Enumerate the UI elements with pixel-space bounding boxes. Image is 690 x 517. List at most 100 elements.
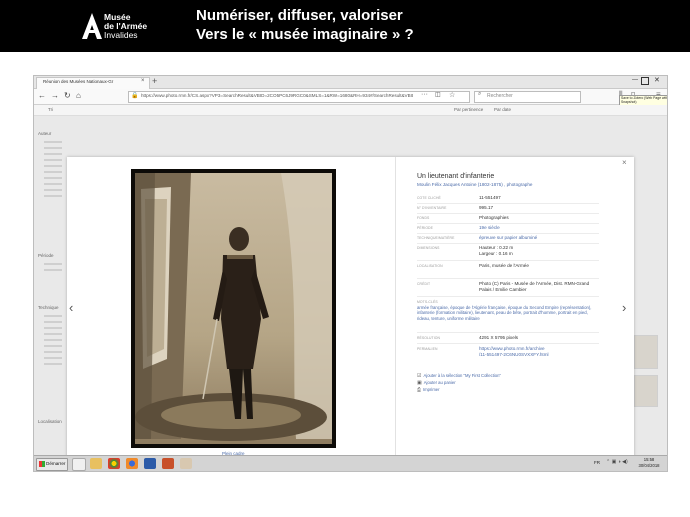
- field-label: FONDS: [417, 216, 430, 220]
- cart-icon: ▣: [417, 380, 422, 386]
- permalink[interactable]: /11-551497-2C6NU0SVXXFY.html: [479, 352, 549, 358]
- checkbox-icon: ☑: [417, 373, 422, 379]
- filter-bar: Tri Par pertinence Par date: [34, 105, 667, 116]
- tab-close-icon[interactable]: ×: [141, 78, 145, 84]
- artwork-author[interactable]: Moulin Félix Jacques Antoine (1802-1875)…: [417, 182, 532, 187]
- info-panel: Un lieutenant d'infanterie Moulin Félix …: [417, 171, 602, 411]
- url-text[interactable]: https://www.photo.rmn.fr/CS.aspx?VP3=Sea…: [141, 93, 413, 98]
- field-resolution: RÉSOLUTION 4291 X 5795 pixels: [417, 335, 599, 344]
- field-label: N° D'INVENTAIRE: [417, 206, 447, 210]
- start-label: Démarrer: [46, 461, 66, 466]
- modal-divider: [395, 157, 396, 460]
- slide-title-line-1: Numériser, diffuser, valoriser: [196, 7, 403, 24]
- clock-date: 30/04/2018: [638, 462, 660, 468]
- desktop-app-icon[interactable]: [72, 458, 86, 471]
- minimize-icon[interactable]: —: [632, 77, 638, 83]
- new-tab-button[interactable]: +: [152, 76, 157, 87]
- next-arrow-icon[interactable]: ›: [622, 300, 626, 315]
- previous-arrow-icon[interactable]: ‹: [69, 300, 73, 315]
- field-value: 11-551497: [479, 195, 501, 200]
- add-to-cart-link[interactable]: ▣ Ajouter au panier: [417, 380, 456, 386]
- close-icon[interactable]: ×: [622, 158, 627, 167]
- field-label: PÉRIODE: [417, 226, 433, 230]
- system-tray-icons[interactable]: ⌃ ▣ ◑ ◀): [606, 459, 628, 465]
- folder-app-icon[interactable]: [90, 458, 102, 469]
- field-dimensions: DIMENSIONS Hauteur : 0.22 m Largeur : 0.…: [417, 245, 599, 261]
- result-thumbnail[interactable]: [634, 335, 658, 369]
- field-localisation: LOCALISATION Paris, musée de l'Armée: [417, 263, 599, 279]
- background-page: Tri Par pertinence Par date Auteur Pério…: [34, 105, 667, 460]
- field-value: Largeur : 0.16 m: [479, 251, 513, 256]
- image-viewer-app-icon[interactable]: [180, 458, 192, 469]
- action-label: Imprimer: [423, 387, 440, 392]
- image-detail-modal: × ‹ › Plein cadre Un lieutenant d'infant…: [67, 157, 634, 460]
- powerpoint-app-icon[interactable]: [162, 458, 174, 469]
- field-link[interactable]: 19e siècle: [479, 225, 500, 231]
- field-label: CRÉDIT: [417, 282, 431, 286]
- window-close-icon[interactable]: ✕: [654, 76, 660, 84]
- field-value: 4291 X 5795 pixels: [479, 335, 519, 340]
- url-bar[interactable]: 🔒 https://www.photo.rmn.fr/CS.aspx?VP3=S…: [128, 91, 470, 103]
- field-fonds: FONDS Photographies: [417, 215, 599, 224]
- browser-screenshot: Réunion des Musées Nationaux-Gr × + — ✕ …: [33, 75, 668, 472]
- field-inventaire: N° D'INVENTAIRE 995.17: [417, 205, 599, 214]
- tab-bar: Réunion des Musées Nationaux-Gr × + — ✕: [34, 76, 667, 89]
- field-label: RÉSOLUTION: [417, 336, 441, 340]
- field-value: Paris, musée de l'Armée: [479, 263, 529, 268]
- word-app-icon[interactable]: [144, 458, 156, 469]
- firefox-app-icon[interactable]: [126, 458, 138, 469]
- facet-heading: Technique: [38, 305, 59, 310]
- back-icon[interactable]: ←: [38, 91, 46, 100]
- print-link[interactable]: ⎙ Imprimer: [417, 387, 440, 393]
- field-label: PERMALIEN: [417, 347, 438, 351]
- print-icon: ⎙: [417, 387, 422, 393]
- facet-heading: Période: [38, 253, 54, 258]
- reload-icon[interactable]: ↻: [64, 91, 71, 100]
- photograph-image: [135, 173, 332, 444]
- taskbar: Démarrer FR ⌃ ▣ ◑ ◀) 15:58 30/04/2018: [34, 455, 667, 471]
- museum-logo-mark: [82, 13, 102, 39]
- navigation-bar: ← → ↻ ⌂ 🔒 https://www.photo.rmn.fr/CS.as…: [34, 89, 667, 105]
- photograph[interactable]: [131, 169, 336, 448]
- result-thumbnail[interactable]: [634, 375, 658, 407]
- field-label: MOTS-CLÉS: [417, 300, 438, 304]
- field-permalien: PERMALIEN https://www.photo.rmn.fr/archi…: [417, 346, 599, 361]
- maximize-icon[interactable]: [641, 77, 649, 85]
- browser-tab[interactable]: Réunion des Musées Nationaux-Gr ×: [36, 77, 150, 89]
- clock[interactable]: 15:58 30/04/2018: [634, 457, 664, 468]
- tab-title: Réunion des Musées Nationaux-Gr: [43, 79, 114, 84]
- keywords-links[interactable]: armée française, époque de l'Algérie fra…: [417, 305, 599, 321]
- filter-option[interactable]: Par pertinence: [454, 107, 483, 112]
- chrome-app-icon[interactable]: [108, 458, 120, 469]
- search-placeholder: Rechercher: [487, 93, 513, 99]
- slide-title-line-2: Vers le « musée imaginaire » ?: [196, 26, 414, 43]
- field-value: Photographies: [479, 215, 509, 220]
- filter-label: Tri: [48, 107, 54, 112]
- home-icon[interactable]: ⌂: [76, 91, 81, 100]
- facet-sidebar: Auteur Période Technique Localisation: [38, 125, 68, 425]
- field-credit: CRÉDIT Photo (C) Paris - Musée de l'Armé…: [417, 281, 599, 297]
- artwork-title: Un lieutenant d'infanterie: [417, 173, 495, 180]
- facet-heading: Localisation: [38, 419, 62, 424]
- forward-icon[interactable]: →: [51, 91, 59, 100]
- field-link[interactable]: épreuve sur papier albuminé: [479, 235, 537, 241]
- field-label: TECHNIQUE/MATIÈRE: [417, 236, 455, 240]
- field-value: 995.17: [479, 205, 494, 210]
- field-value: Palais / Emilie Cambier: [479, 287, 527, 292]
- search-icon: ⌕: [478, 91, 482, 97]
- language-indicator[interactable]: FR: [594, 460, 600, 465]
- add-to-selection-link[interactable]: ☑ Ajouter à la sélection "My First Collec…: [417, 373, 501, 379]
- start-button[interactable]: Démarrer: [36, 458, 68, 471]
- bookmark-star-icon[interactable]: ☆: [449, 91, 455, 99]
- filter-option[interactable]: Par date: [494, 107, 511, 112]
- field-technique: TECHNIQUE/MATIÈRE épreuve sur papier alb…: [417, 235, 599, 244]
- search-input[interactable]: ⌕ Rechercher: [474, 91, 581, 103]
- action-label: Ajouter au panier: [423, 380, 456, 385]
- page-actions-icon[interactable]: ···: [421, 91, 428, 98]
- field-keywords: MOTS-CLÉS armée française, époque de l'A…: [417, 300, 599, 333]
- pocket-icon[interactable]: ◫: [435, 91, 441, 98]
- logo-text-invalides: Invalides: [104, 30, 138, 40]
- field-label: DIMENSIONS: [417, 246, 440, 250]
- museum-logo: Musée de l'Armée Invalides: [82, 13, 152, 41]
- action-label: Ajouter à la sélection "My First Collect…: [423, 373, 501, 378]
